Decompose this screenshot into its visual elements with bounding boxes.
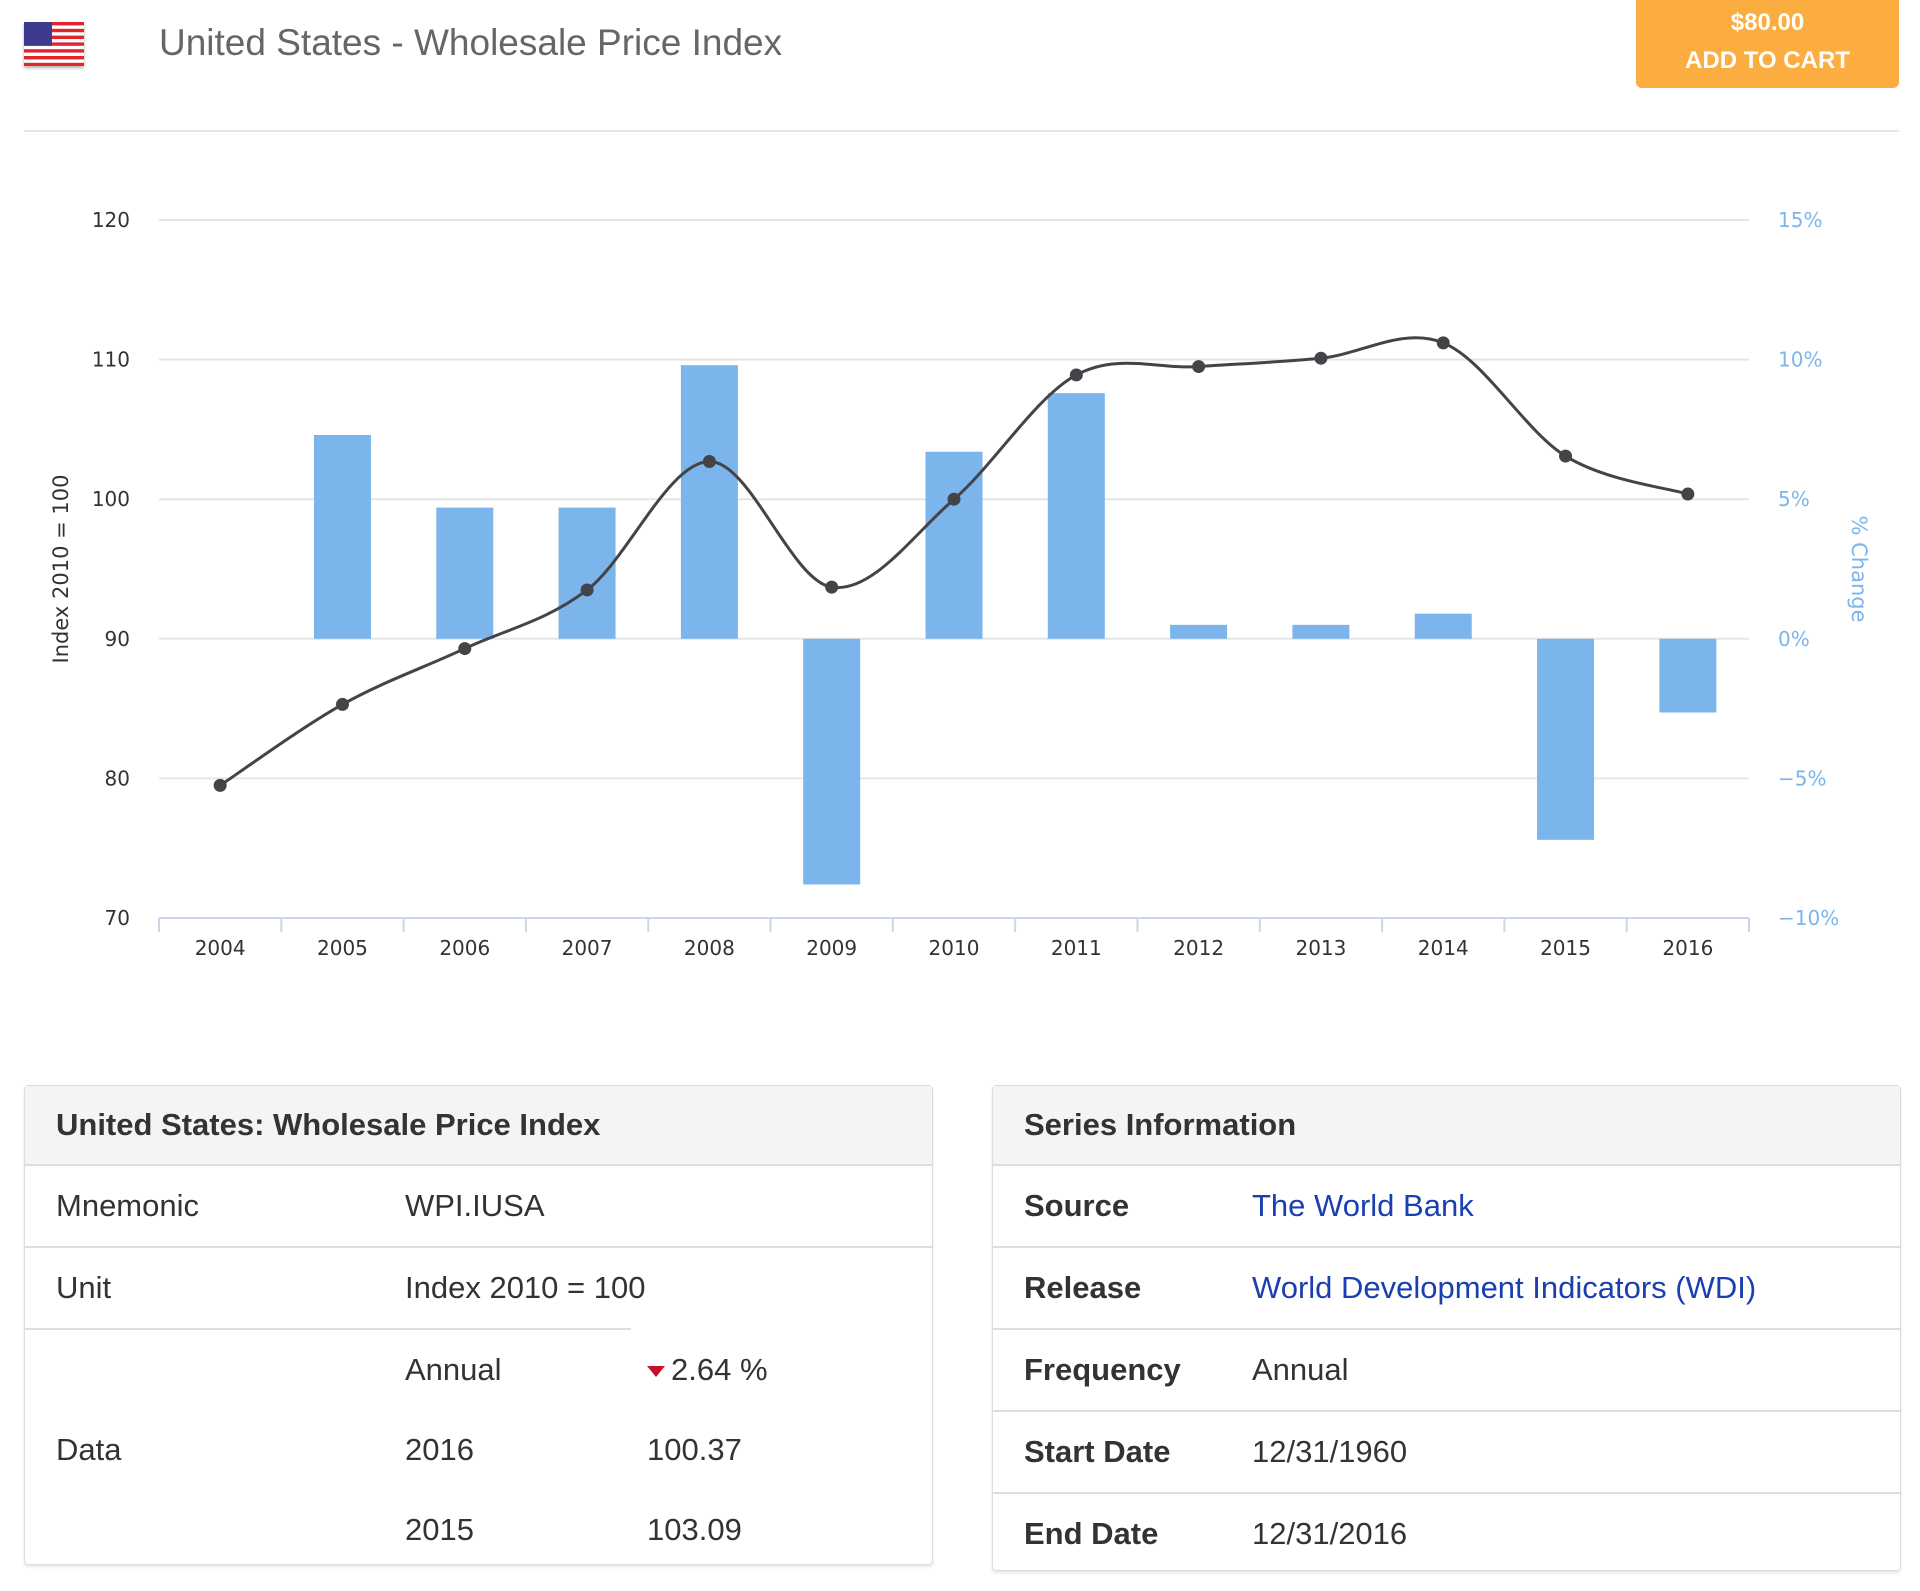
series-data-panel: United States: Wholesale Price Index Mne… <box>24 1085 933 1565</box>
y-right-axis-title: % Change <box>1847 515 1871 622</box>
y-tick-label: 110 <box>92 348 130 372</box>
y-right-tick-label: −10% <box>1778 906 1839 930</box>
info-value: 12/31/1960 <box>1252 1434 1408 1469</box>
x-tick-label: 2005 <box>317 936 368 960</box>
down-triangle-icon <box>647 1366 665 1378</box>
unit-value: Index 2010 = 100 <box>405 1270 646 1305</box>
x-tick-label: 2011 <box>1051 936 1102 960</box>
x-tick-label: 2015 <box>1540 936 1591 960</box>
x-tick-label: 2004 <box>195 936 246 960</box>
info-row-frequency: Frequency Annual <box>993 1330 1900 1412</box>
point-2008 <box>702 455 716 469</box>
data-year: 2015 <box>405 1512 474 1547</box>
x-tick-label: 2006 <box>439 936 490 960</box>
mnemonic-row: Mnemonic WPI.IUSA <box>25 1166 932 1248</box>
bar-2015 <box>1537 638 1595 840</box>
x-tick-label: 2012 <box>1173 936 1224 960</box>
panel-title: United States: Wholesale Price Index <box>25 1086 932 1166</box>
source-link[interactable]: The World Bank <box>1252 1166 1474 1246</box>
y-axis-title: Index 2010 = 100 <box>49 475 73 664</box>
y-right-tick-label: 0% <box>1778 627 1810 651</box>
point-2005 <box>335 697 349 711</box>
info-row-start-date: Start Date 12/31/1960 <box>993 1412 1900 1494</box>
bar-2005 <box>313 434 371 639</box>
info-row-release: Release World Development Indicators (WD… <box>993 1248 1900 1330</box>
point-2014 <box>1436 336 1450 350</box>
point-2010 <box>947 492 961 506</box>
bar-2011 <box>1047 393 1105 639</box>
info-label: Frequency <box>1024 1352 1181 1387</box>
unit-label: Unit <box>56 1270 112 1305</box>
point-2004 <box>213 778 227 792</box>
info-value: Annual <box>1252 1352 1349 1387</box>
y-right-tick-label: 15% <box>1778 208 1822 232</box>
info-label: Release <box>1024 1270 1142 1305</box>
point-2012 <box>1192 360 1206 374</box>
info-label: Source <box>1024 1188 1130 1223</box>
bar-2014 <box>1414 613 1472 639</box>
y-tick-label: 120 <box>92 208 130 232</box>
point-2007 <box>580 583 594 597</box>
point-2006 <box>458 642 472 656</box>
info-label: End Date <box>1024 1516 1159 1551</box>
data-value: 100.37 <box>647 1432 742 1467</box>
point-2013 <box>1314 351 1328 365</box>
mnemonic-value: WPI.IUSA <box>405 1188 545 1223</box>
y-right-tick-label: 5% <box>1778 487 1810 511</box>
point-2015 <box>1559 449 1573 463</box>
y-tick-label: 100 <box>92 487 130 511</box>
bar-2007 <box>558 507 616 639</box>
x-tick-label: 2014 <box>1418 936 1469 960</box>
info-value: 12/31/2016 <box>1252 1516 1408 1551</box>
data-row: Data Annual 2.64 % 2016 100.37 2015 103.… <box>25 1330 932 1570</box>
point-2016 <box>1681 487 1695 501</box>
bar-2012 <box>1170 624 1228 639</box>
x-tick-label: 2013 <box>1295 936 1346 960</box>
info-label: Start Date <box>1024 1434 1171 1469</box>
x-tick-label: 2010 <box>929 936 980 960</box>
y-tick-label: 90 <box>105 627 130 651</box>
bar-2013 <box>1292 624 1350 639</box>
point-2011 <box>1069 368 1083 382</box>
info-row-source: Source The World Bank <box>993 1166 1900 1248</box>
annual-label: Annual <box>405 1352 502 1387</box>
x-tick-label: 2008 <box>684 936 735 960</box>
panel-title: Series Information <box>993 1086 1900 1166</box>
chart: 70 80 90 100 110 120 −10% −5% 0% 5% 10% 15% 2004 2005… <box>49 208 1871 960</box>
annual-change: 2.64 % <box>671 1352 768 1387</box>
data-value: 103.09 <box>647 1512 742 1547</box>
x-tick-label: 2009 <box>806 936 857 960</box>
y-right-tick-label: 10% <box>1778 348 1822 372</box>
bar-2006 <box>436 507 494 639</box>
y-right-tick-label: −5% <box>1778 766 1827 790</box>
mnemonic-label: Mnemonic <box>56 1188 199 1223</box>
point-2009 <box>825 580 839 594</box>
x-tick-label: 2016 <box>1662 936 1713 960</box>
unit-row: Unit Index 2010 = 100 <box>25 1248 932 1328</box>
release-link[interactable]: World Development Indicators (WDI) <box>1252 1248 1756 1328</box>
bar-2009 <box>803 638 861 885</box>
series-information-panel: Series Information Source The World Bank… <box>992 1085 1901 1571</box>
bar-2008 <box>680 365 738 639</box>
data-label: Data <box>56 1432 122 1467</box>
data-year: 2016 <box>405 1432 474 1467</box>
info-row-end-date: End Date 12/31/2016 <box>993 1494 1900 1574</box>
y-tick-label: 70 <box>105 906 130 930</box>
y-tick-label: 80 <box>105 766 130 790</box>
bar-2016 <box>1659 638 1717 713</box>
x-tick-label: 2007 <box>562 936 613 960</box>
